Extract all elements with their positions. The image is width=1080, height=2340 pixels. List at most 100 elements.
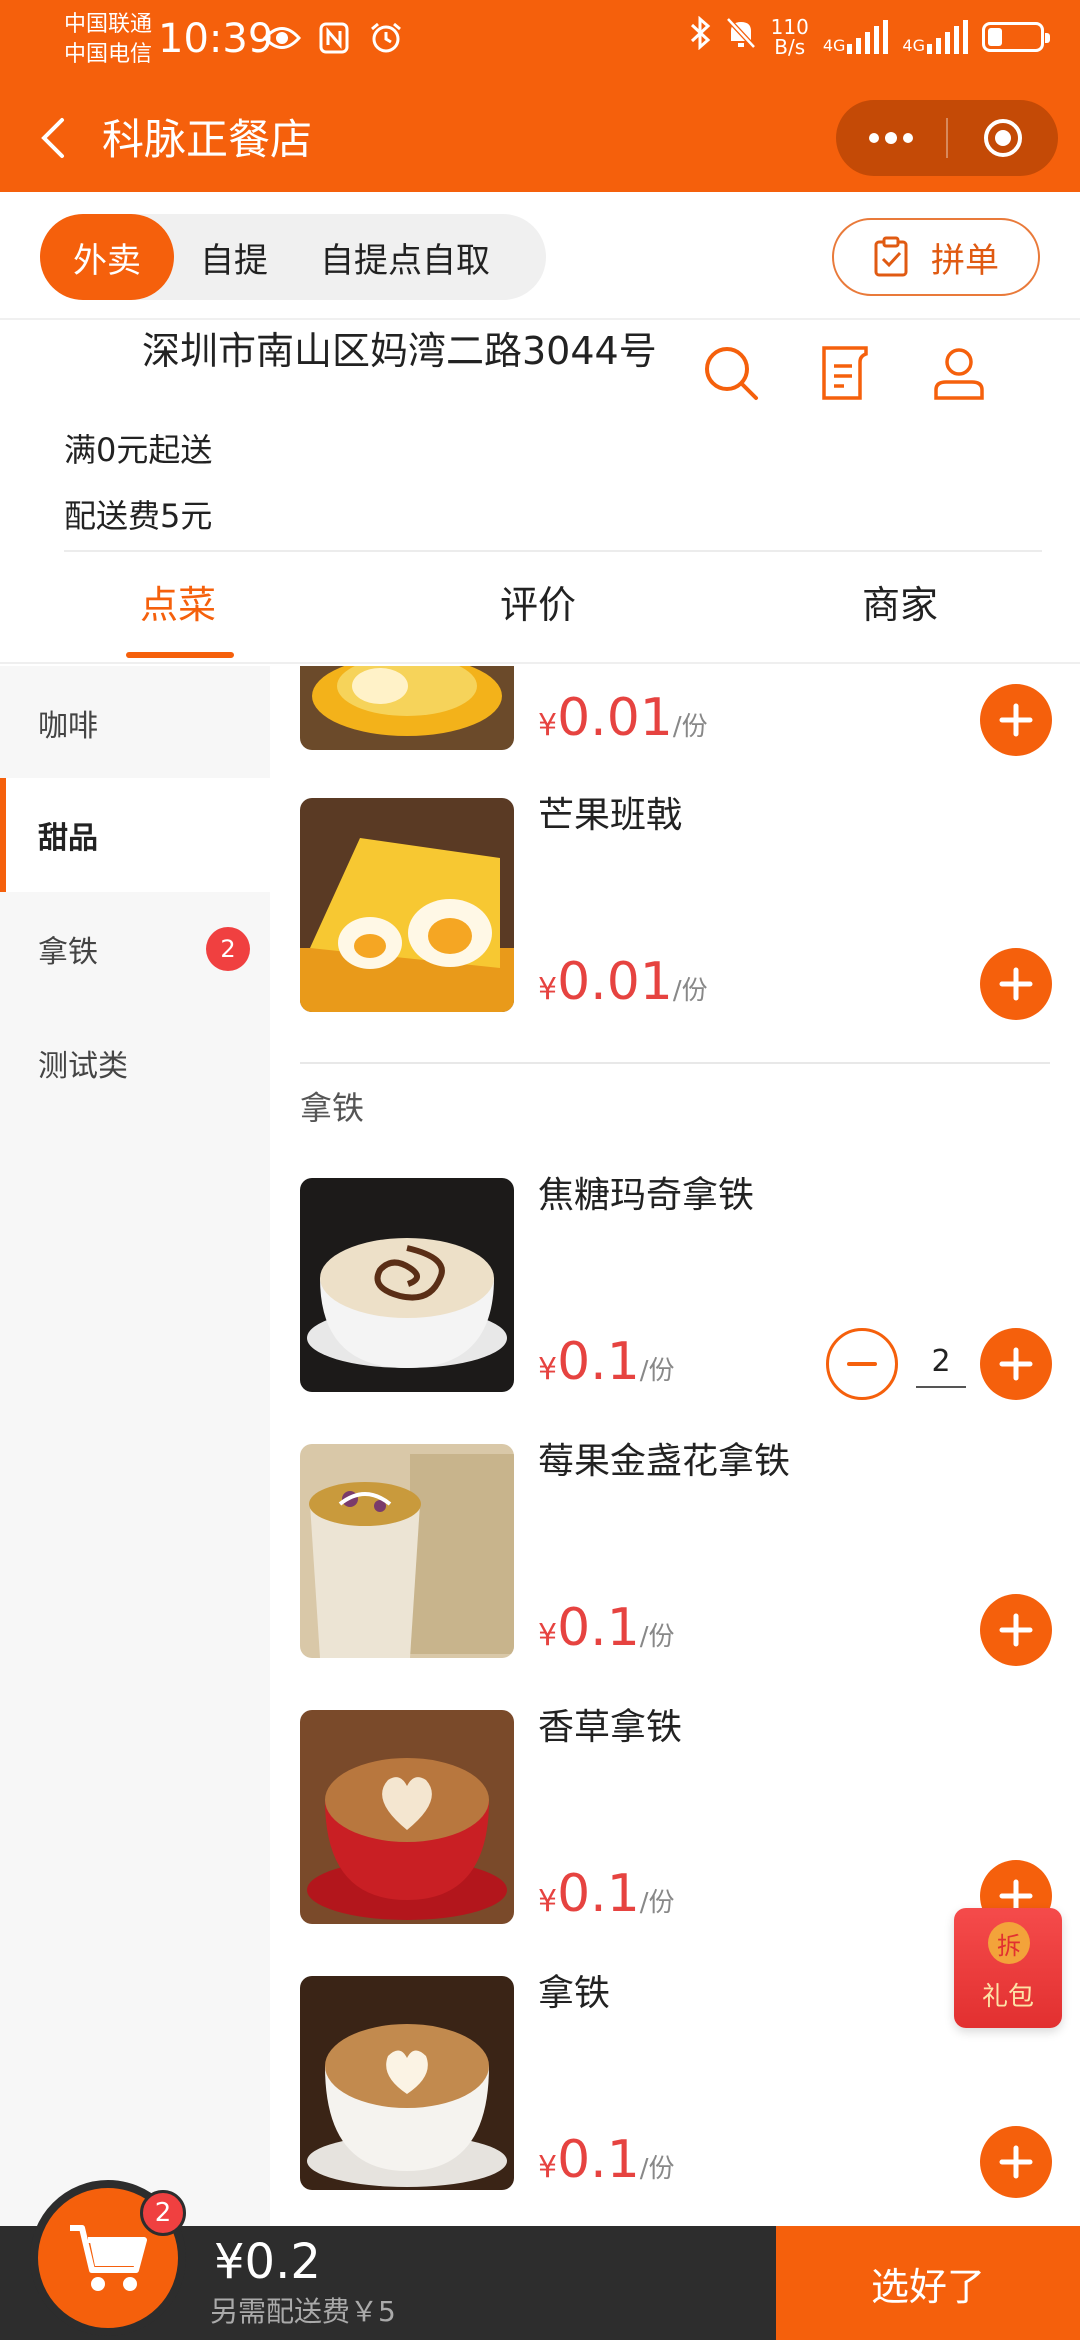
close-miniprogram-button[interactable]: [948, 100, 1058, 176]
product-name: 莓果金盏花拿铁: [538, 1441, 791, 1482]
store-actions: [700, 342, 990, 404]
product-image[interactable]: [300, 1710, 514, 1924]
search-icon: [705, 347, 758, 400]
sidebar-item-coffee[interactable]: 咖啡: [0, 666, 270, 780]
status-right-icons: 110 B/s 4G 4G: [689, 15, 1050, 59]
sidebar-item-label: 测试类: [38, 1049, 128, 1084]
category-sidebar: 咖啡 甜品 拿铁 2 测试类: [0, 666, 270, 2226]
product-price: ¥0.01/份: [538, 952, 708, 1012]
mode-delivery[interactable]: 外卖: [40, 214, 174, 300]
sidebar-item-test[interactable]: 测试类: [0, 1006, 270, 1120]
more-dots-icon: [869, 132, 913, 144]
status-left-icons: [262, 18, 406, 58]
profile-button[interactable]: [928, 342, 990, 404]
product-image[interactable]: [300, 1178, 514, 1392]
battery-icon: [982, 22, 1050, 52]
content-tabs: 点菜 评价 商家: [0, 552, 1080, 664]
minus-icon: [847, 1362, 877, 1366]
status-bar: 中国联通 中国电信 10:39 110 B/s 4G 4G: [0, 0, 1080, 78]
store-info: 深圳市南山区妈湾二路3044号 满0元起送 配送费5元: [0, 322, 1080, 552]
add-to-cart-button[interactable]: [980, 1328, 1052, 1400]
product-price: ¥0.1/份: [538, 1598, 675, 1658]
signal-2-icon: 4G: [902, 20, 968, 54]
product-name: 拿铁: [538, 1973, 611, 2014]
gift-label: 礼包: [981, 1982, 1034, 2012]
tab-order[interactable]: 点菜: [140, 580, 216, 630]
plus-icon: [999, 703, 1033, 737]
receipt-icon: [822, 346, 868, 400]
signal-1-icon: 4G: [823, 20, 889, 54]
title-bar: 科脉正餐店: [0, 92, 1080, 188]
min-order-text: 满0元起送: [64, 431, 213, 469]
tab-merchant[interactable]: 商家: [862, 580, 938, 630]
plus-icon: [999, 2145, 1033, 2179]
page-title: 科脉正餐店: [102, 115, 313, 164]
user-icon: [934, 348, 984, 400]
section-divider: [300, 1062, 1050, 1064]
remove-from-cart-button[interactable]: [826, 1328, 898, 1400]
sidebar-item-label: 咖啡: [38, 709, 98, 744]
more-button[interactable]: [836, 100, 946, 176]
sidebar-item-label: 拿铁: [38, 935, 98, 970]
add-to-cart-button[interactable]: [980, 1594, 1052, 1666]
order-mode-bar: 外卖 自提 自提点自取 拼单: [0, 192, 1080, 320]
miniprogram-capsule: [836, 100, 1058, 176]
mode-pickup-point[interactable]: 自提点自取: [294, 214, 516, 300]
product-price: ¥0.1/份: [538, 1864, 675, 1924]
product-name: 芒果班戟: [538, 795, 683, 836]
sidebar-item-latte[interactable]: 拿铁 2: [0, 892, 270, 1006]
product-image[interactable]: [300, 1444, 514, 1658]
eye-icon: [262, 18, 302, 58]
order-mode-selector: 外卖 自提 自提点自取: [40, 214, 546, 300]
plus-icon: [999, 1347, 1033, 1381]
product-image[interactable]: [300, 1976, 514, 2190]
add-to-cart-button[interactable]: [980, 948, 1052, 1020]
sidebar-item-dessert[interactable]: 甜品: [0, 778, 270, 892]
status-time: 10:39: [158, 16, 274, 62]
cart-total: ¥0.2: [214, 2234, 321, 2290]
app-header: 中国联通 中国电信 10:39 110 B/s 4G 4G 科脉正餐店: [0, 0, 1080, 192]
plus-icon: [999, 1613, 1033, 1647]
product-price: ¥0.01/份: [538, 688, 708, 748]
product-image[interactable]: [300, 798, 514, 1012]
active-category-indicator: [0, 778, 6, 892]
cart-count-badge: 2: [140, 2190, 186, 2236]
category-count-badge: 2: [206, 927, 250, 971]
group-order-button[interactable]: 拼单: [832, 218, 1040, 296]
orders-button[interactable]: [814, 342, 876, 404]
store-address: 深圳市南山区妈湾二路3044号: [142, 329, 657, 373]
group-order-label: 拼单: [931, 240, 999, 281]
bluetooth-icon: [689, 15, 711, 58]
add-to-cart-button[interactable]: [980, 684, 1052, 756]
chevron-left-icon: [41, 118, 64, 158]
product-name: 焦糖玛奇拿铁: [538, 1175, 755, 1216]
carrier-2: 中国电信: [64, 42, 153, 67]
target-circle-icon: [984, 119, 1022, 157]
alarm-icon: [366, 18, 406, 58]
gift-package-button[interactable]: 拆 礼包: [954, 1908, 1062, 2028]
network-speed: 110 B/s: [770, 15, 809, 59]
extra-delivery-fee: 另需配送费￥5: [210, 2295, 396, 2328]
carrier-info: 中国联通 中国电信: [64, 10, 152, 70]
shopping-cart-icon: [70, 2225, 147, 2291]
mode-pickup[interactable]: 自提: [174, 214, 294, 300]
nfc-icon: [314, 18, 354, 58]
active-tab-indicator: [126, 652, 234, 658]
section-title: 拿铁: [300, 1089, 365, 1127]
sidebar-item-label: 甜品: [38, 821, 98, 856]
delivery-fee-text: 配送费5元: [64, 497, 213, 535]
mute-bell-icon: [725, 16, 757, 58]
search-button[interactable]: [700, 342, 762, 404]
checkout-button[interactable]: 选好了: [776, 2226, 1080, 2340]
carrier-1: 中国联通: [64, 12, 153, 37]
tab-reviews[interactable]: 评价: [500, 580, 576, 630]
plus-icon: [999, 967, 1033, 1001]
back-button[interactable]: [30, 112, 82, 164]
quantity-display: 2: [916, 1336, 966, 1388]
product-price: ¥0.1/份: [538, 2130, 675, 2190]
product-price: ¥0.1/份: [538, 1332, 675, 1392]
gift-coin-icon: 拆: [988, 1922, 1030, 1964]
clipboard-check-icon: [874, 236, 908, 277]
add-to-cart-button[interactable]: [980, 2126, 1052, 2198]
product-image[interactable]: [300, 666, 514, 750]
